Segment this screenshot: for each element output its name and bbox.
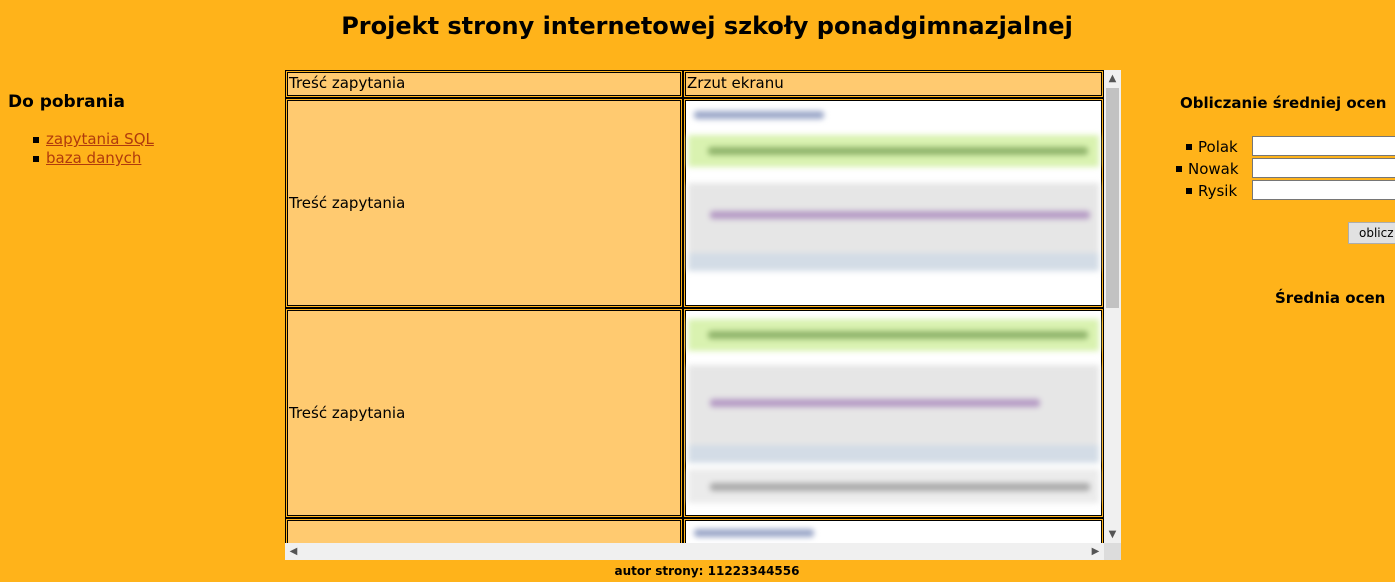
column-header-screenshot: Zrzut ekranu [683,70,1104,98]
bullet-icon [1186,188,1192,194]
queries-table-scroll-area[interactable]: Treść zapytania Zrzut ekranu Treść zapyt… [285,70,1121,560]
query-text: Treść zapytania [289,194,406,212]
blurred-screenshot [688,313,1099,513]
scroll-right-icon[interactable]: ▶ [1087,543,1104,560]
page-title: Projekt strony internetowej szkoły ponad… [341,12,1073,40]
bullet-icon [1176,166,1182,172]
grade-row-polak: Polak [1186,136,1395,158]
vertical-scroll-thumb[interactable] [1106,88,1119,308]
downloads-panel: Do pobrania zapytania SQL baza danych [8,92,278,168]
link-sql-queries[interactable]: zapytania SQL [46,130,154,148]
calculate-button[interactable]: oblicz [1348,222,1395,244]
grade-input-polak[interactable] [1252,136,1395,156]
list-item: zapytania SQL [8,130,278,149]
downloads-heading: Do pobrania [8,92,125,112]
table-cell-query: Treść zapytania [285,308,683,518]
list-item: baza danych [8,149,278,168]
grade-row-rysik: Rysik [1186,180,1395,202]
screenshot-image [683,308,1104,518]
student-name: Nowak [1188,160,1239,178]
scroll-up-icon[interactable]: ▲ [1104,70,1121,87]
table-cell-query: Treść zapytania [285,98,683,308]
queries-table: Treść zapytania Zrzut ekranu Treść zapyt… [285,70,1104,543]
scrollbar-corner [1104,543,1121,560]
scroll-down-icon[interactable]: ▼ [1104,526,1121,543]
bullet-icon [1186,144,1192,150]
downloads-list: zapytania SQL baza danych [8,130,278,168]
vertical-scrollbar[interactable]: ▲ ▼ [1104,70,1121,543]
blurred-screenshot [688,523,1099,543]
query-text: Treść zapytania [289,404,406,422]
student-name: Rysik [1198,182,1238,200]
table-cell-query [285,518,683,543]
blurred-screenshot [688,103,1099,303]
horizontal-scrollbar[interactable]: ◀ ▶ [285,543,1104,560]
student-name: Polak [1198,138,1238,156]
screenshot-image [683,98,1104,308]
column-header-query: Treść zapytania [285,70,683,98]
screenshot-image [683,518,1104,543]
average-heading: Obliczanie średniej ocen [1180,94,1387,112]
scroll-left-icon[interactable]: ◀ [285,543,302,560]
grade-row-nowak: Nowak [1176,158,1395,180]
author-footer: autor strony: 11223344556 [614,564,800,578]
average-result-label: Średnia ocen [1275,289,1386,307]
link-database[interactable]: baza danych [46,149,141,167]
grade-input-nowak[interactable] [1252,158,1395,178]
grade-input-rysik[interactable] [1252,180,1395,200]
